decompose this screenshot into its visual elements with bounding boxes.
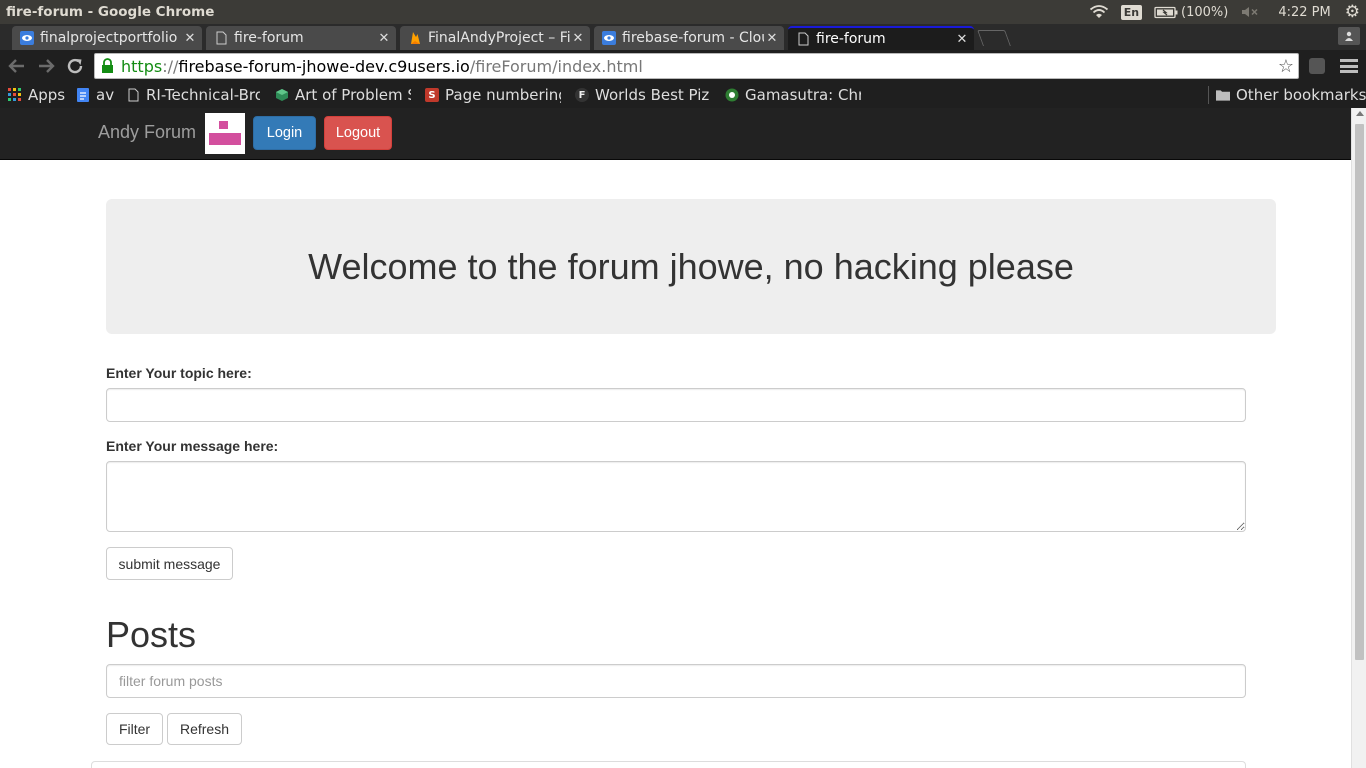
wifi-icon[interactable] <box>1083 0 1115 24</box>
lock-icon[interactable] <box>99 57 115 75</box>
bookmark-label: av <box>96 86 115 104</box>
tab-label: fire-forum <box>234 30 304 46</box>
bookmark-aops[interactable]: Art of Problem So <box>275 85 411 105</box>
bookmark-page-numbering[interactable]: S Page numbering <box>425 85 561 105</box>
tab-label: fire-forum <box>816 31 886 47</box>
reload-icon[interactable] <box>65 56 85 76</box>
bookmark-av[interactable]: av <box>76 85 114 105</box>
tab-fire-forum[interactable]: fire-forum ✕ <box>206 26 396 50</box>
docs-icon <box>76 88 90 102</box>
settings-gear-icon[interactable]: ⚙ <box>1343 0 1366 24</box>
url-host: firebase-forum-jhowe-dev.c9users.io <box>178 56 470 76</box>
firebase-icon <box>408 31 422 45</box>
aops-icon <box>275 88 289 102</box>
forward-arrow-icon[interactable] <box>36 56 56 76</box>
tab-label: FinalAndyProject – Fi <box>428 30 570 46</box>
tab-firebase-forum[interactable]: firebase-forum - Clou ✕ <box>594 26 784 50</box>
page-icon <box>796 32 810 46</box>
bookmark-other-bookmarks[interactable]: Other bookmarks <box>1216 85 1366 105</box>
posts-list-panel <box>91 761 1246 768</box>
scroll-up-arrow-icon[interactable] <box>1356 111 1364 116</box>
tab-strip: finalprojectportfolio ✕ fire-forum ✕ Fin… <box>0 24 1366 50</box>
close-icon[interactable]: ✕ <box>570 31 586 46</box>
bookmark-label: RI-Technical-Broch <box>146 86 260 104</box>
page-icon <box>214 31 228 45</box>
bookmark-label: Apps <box>28 86 66 104</box>
battery-icon <box>1154 6 1178 18</box>
filter-button[interactable]: Filter <box>106 713 163 745</box>
close-icon[interactable]: ✕ <box>764 31 780 46</box>
url-separator: :// <box>162 56 179 76</box>
tab-label: finalprojectportfolio <box>40 30 178 46</box>
page-icon <box>126 88 140 102</box>
keyboard-layout-indicator[interactable]: En <box>1115 0 1148 24</box>
bookmark-star-icon[interactable]: ☆ <box>1278 56 1294 77</box>
site-logo <box>205 113 245 154</box>
eye-icon <box>602 31 616 45</box>
bookmark-label: Other bookmarks <box>1236 86 1366 104</box>
new-tab-button[interactable] <box>977 30 1011 46</box>
topic-label: Enter Your topic here: <box>106 365 252 381</box>
message-textarea[interactable] <box>106 461 1246 532</box>
apps-grid-icon <box>8 88 22 102</box>
window-title: fire-forum - Google Chrome <box>6 4 215 20</box>
page-scrollbar[interactable] <box>1351 108 1366 768</box>
lang-badge: En <box>1120 4 1143 20</box>
battery-indicator[interactable]: (100%) <box>1148 0 1234 24</box>
topic-input[interactable] <box>106 388 1246 422</box>
submit-message-button[interactable]: submit message <box>106 547 233 580</box>
volume-muted-icon[interactable] <box>1234 0 1266 24</box>
bookmarks-divider <box>1208 86 1209 104</box>
chrome-menu-icon[interactable] <box>1340 59 1358 73</box>
clock[interactable]: 4:22 PM <box>1266 0 1342 24</box>
close-icon[interactable]: ✕ <box>182 31 198 46</box>
profile-icon[interactable] <box>1338 27 1360 45</box>
f-icon: F <box>575 88 589 102</box>
scrollbar-thumb[interactable] <box>1355 124 1364 660</box>
close-icon[interactable]: ✕ <box>376 31 392 46</box>
logout-button[interactable]: Logout <box>324 116 392 150</box>
posts-heading: Posts <box>106 614 197 655</box>
tab-label: firebase-forum - Clou <box>622 30 764 46</box>
bookmarks-bar: Apps av RI-Technical-Broch Art of Proble… <box>0 82 1366 108</box>
bookmark-worlds-best-pizza[interactable]: F Worlds Best Pizza <box>575 85 709 105</box>
address-bar[interactable]: https://firebase-forum-jhowe-dev.c9users… <box>94 53 1299 79</box>
site-brand[interactable]: Andy Forum <box>98 122 196 143</box>
bookmark-ri-technical[interactable]: RI-Technical-Broch <box>126 85 260 105</box>
message-label: Enter Your message here: <box>106 438 279 454</box>
bookmark-gamasutra[interactable]: Gamasutra: Chris <box>725 85 861 105</box>
s-icon: S <box>425 88 439 102</box>
back-arrow-icon[interactable] <box>7 56 27 76</box>
page-viewport: Andy Forum Login Logout Welcome to the f… <box>0 108 1366 768</box>
os-top-bar: fire-forum - Google Chrome En (100%) 4:2… <box>0 0 1366 24</box>
os-indicators: En (100%) 4:22 PM ⚙ <box>1083 0 1366 24</box>
extension-icon[interactable] <box>1309 58 1325 74</box>
bookmark-label: Gamasutra: Chris <box>745 86 861 104</box>
folder-icon <box>1216 88 1230 102</box>
close-icon[interactable]: ✕ <box>954 32 970 47</box>
url-scheme: https <box>121 56 163 76</box>
filter-posts-input[interactable] <box>106 664 1246 698</box>
battery-percent: (100%) <box>1181 4 1229 20</box>
tab-finalprojectportfolio[interactable]: finalprojectportfolio ✕ <box>12 26 202 50</box>
site-navbar: Andy Forum Login Logout <box>0 108 1351 160</box>
welcome-heading: Welcome to the forum jhowe, no hacking p… <box>308 245 1074 287</box>
bookmark-label: Worlds Best Pizza <box>595 86 709 104</box>
welcome-jumbotron: Welcome to the forum jhowe, no hacking p… <box>106 199 1276 334</box>
browser-toolbar: https://firebase-forum-jhowe-dev.c9users… <box>0 50 1366 82</box>
bookmark-label: Art of Problem So <box>295 86 411 104</box>
refresh-button[interactable]: Refresh <box>167 713 242 745</box>
bookmark-apps[interactable]: Apps <box>8 85 65 105</box>
gamasutra-icon <box>725 88 739 102</box>
url-path: /fireForum/index.html <box>469 56 643 76</box>
eye-icon <box>20 31 34 45</box>
login-button[interactable]: Login <box>253 116 316 150</box>
tab-finalandyproject[interactable]: FinalAndyProject – Fi ✕ <box>400 26 590 50</box>
bookmark-label: Page numbering <box>445 86 561 104</box>
tab-fire-forum-active[interactable]: fire-forum ✕ <box>788 26 974 50</box>
